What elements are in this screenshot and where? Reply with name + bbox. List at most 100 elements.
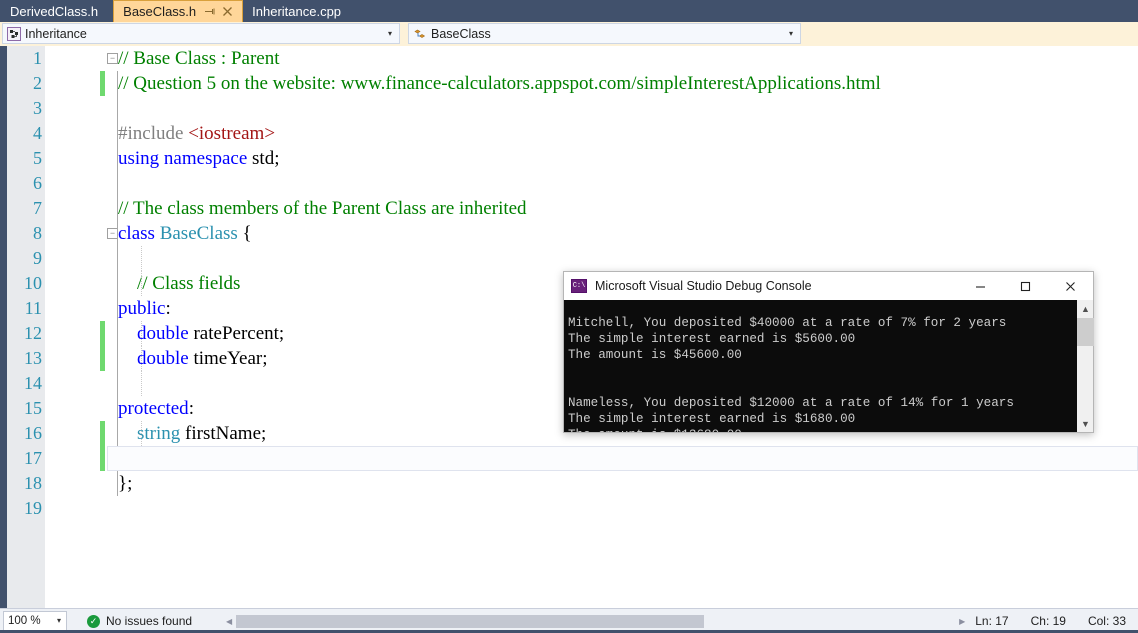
- code-token: BaseClass: [159, 222, 243, 244]
- code-line[interactable]: 4 #include <iostream>: [33, 121, 1138, 146]
- code-line[interactable]: 8− class BaseClass {: [33, 221, 1138, 246]
- code-line[interactable]: 9: [33, 246, 1138, 271]
- line-indicator: Ln: 17: [975, 614, 1009, 628]
- zoom-level-dropdown[interactable]: 100 % ▾: [3, 611, 67, 631]
- chevron-down-icon[interactable]: ▾: [784, 29, 798, 38]
- caret-position-group: Ln: 17 Ch: 19 Col: 33: [975, 614, 1138, 628]
- block-structure-guide: [117, 96, 118, 121]
- console-scrollbar[interactable]: ▲ ▼: [1076, 300, 1094, 432]
- code-token: timeYear;: [193, 347, 268, 369]
- code-line-text: #include <iostream>: [118, 123, 275, 145]
- block-structure-guide: [117, 71, 118, 96]
- code-token: // The class members of the Parent Class…: [118, 197, 527, 219]
- scroll-right-icon[interactable]: ▶: [955, 617, 969, 626]
- class-dropdown-label: BaseClass: [431, 26, 491, 41]
- indent-guide: [141, 346, 142, 371]
- line-number: 5: [33, 148, 42, 168]
- zoom-level-label: 100 %: [8, 615, 41, 627]
- code-line-text: class BaseClass {: [118, 223, 252, 245]
- maximize-button[interactable]: [1003, 272, 1048, 300]
- col-indicator: Col: 33: [1087, 614, 1126, 628]
- code-token: double: [137, 322, 194, 344]
- block-structure-guide: [117, 371, 118, 396]
- scrollbar-thumb[interactable]: [236, 614, 704, 628]
- block-structure-guide: [117, 346, 118, 371]
- console-output-area[interactable]: Mitchell, You deposited $40000 at a rate…: [564, 300, 1093, 432]
- line-number: 17: [24, 448, 42, 468]
- check-circle-icon: ✓: [87, 614, 100, 628]
- line-number: 7: [33, 198, 42, 218]
- console-title-label: Microsoft Visual Studio Debug Console: [595, 279, 812, 293]
- line-number: 3: [33, 98, 42, 118]
- block-structure-guide: [117, 121, 118, 146]
- tab-label: DerivedClass.h: [10, 3, 99, 19]
- chevron-down-icon[interactable]: ▾: [52, 617, 66, 625]
- tab-derivedclass-h[interactable]: DerivedClass.h: [0, 0, 114, 22]
- console-title-bar[interactable]: C:\ Microsoft Visual Studio Debug Consol…: [564, 272, 1093, 300]
- line-number: 10: [24, 273, 42, 293]
- code-line[interactable]: 6: [33, 171, 1138, 196]
- code-line[interactable]: 1 −// Base Class : Parent: [33, 46, 1138, 71]
- block-structure-guide: [117, 221, 118, 246]
- line-number: 15: [24, 398, 42, 418]
- code-token: double: [137, 347, 194, 369]
- tab-inheritance-cpp[interactable]: Inheritance.cpp: [243, 0, 357, 22]
- block-structure-guide: [117, 471, 118, 496]
- code-line[interactable]: 2 // Question 5 on the website: www.finan…: [33, 71, 1138, 96]
- line-number: 9: [33, 248, 42, 268]
- console-output-text: Mitchell, You deposited $40000 at a rate…: [568, 315, 1014, 432]
- scrollbar-thumb[interactable]: [1077, 318, 1094, 346]
- code-token: // Class fields: [118, 272, 241, 294]
- line-number: 6: [33, 173, 42, 193]
- pin-icon[interactable]: [202, 6, 219, 17]
- close-button[interactable]: [1048, 272, 1093, 300]
- code-line[interactable]: 19: [24, 496, 1138, 521]
- code-token: };: [118, 472, 133, 494]
- code-line-text: double ratePercent;: [118, 323, 284, 345]
- class-dropdown[interactable]: BaseClass ▾: [408, 23, 801, 44]
- scrollbar-track[interactable]: [236, 614, 956, 628]
- chevron-down-icon[interactable]: ▾: [383, 29, 397, 38]
- line-number: 11: [24, 298, 42, 318]
- code-line[interactable]: 3: [33, 96, 1138, 121]
- debug-console-window[interactable]: C:\ Microsoft Visual Studio Debug Consol…: [563, 271, 1094, 433]
- scroll-left-icon[interactable]: ◀: [222, 617, 236, 626]
- class-icon: [413, 27, 427, 41]
- tab-baseclass-h[interactable]: BaseClass.h: [113, 0, 244, 22]
- code-line-text: using namespace std;: [118, 148, 279, 170]
- code-line-text: };: [118, 473, 132, 495]
- close-icon[interactable]: [219, 6, 236, 17]
- line-number: 8: [33, 223, 42, 243]
- indent-guide: [141, 321, 142, 346]
- line-number: 13: [24, 348, 42, 368]
- fold-toggle-icon[interactable]: −: [107, 53, 118, 64]
- code-line[interactable]: 7 // The class members of the Parent Clas…: [33, 196, 1138, 221]
- block-structure-guide: [117, 246, 118, 271]
- code-line[interactable]: 17 double principal;: [24, 446, 1138, 471]
- tab-label: BaseClass.h: [123, 4, 197, 19]
- minimize-button[interactable]: [958, 272, 1003, 300]
- change-bar: [100, 321, 105, 346]
- line-number: 16: [24, 423, 42, 443]
- scroll-down-icon[interactable]: ▼: [1077, 415, 1094, 432]
- scroll-up-icon[interactable]: ▲: [1077, 300, 1094, 317]
- block-structure-guide: [117, 321, 118, 346]
- indent-guide: [141, 271, 142, 296]
- current-line-highlight: [107, 446, 1138, 471]
- code-line[interactable]: 18};: [24, 471, 1138, 496]
- code-line-text: // Question 5 on the website: www.financ…: [118, 73, 881, 95]
- horizontal-scrollbar[interactable]: ◀ ▶: [222, 613, 969, 629]
- code-line-text: // Base Class : Parent: [118, 48, 279, 70]
- code-token: // Question 5 on the website: www.financ…: [118, 72, 881, 94]
- indent-guide: [141, 246, 142, 271]
- project-icon: [7, 26, 21, 41]
- issues-status[interactable]: ✓ No issues found: [87, 614, 192, 628]
- code-line-text: // The class members of the Parent Class…: [118, 198, 527, 220]
- code-line[interactable]: 5 using namespace std;: [33, 146, 1138, 171]
- line-number: 12: [24, 323, 42, 343]
- project-dropdown[interactable]: Inheritance ▾: [2, 23, 400, 44]
- line-number: 19: [24, 498, 42, 518]
